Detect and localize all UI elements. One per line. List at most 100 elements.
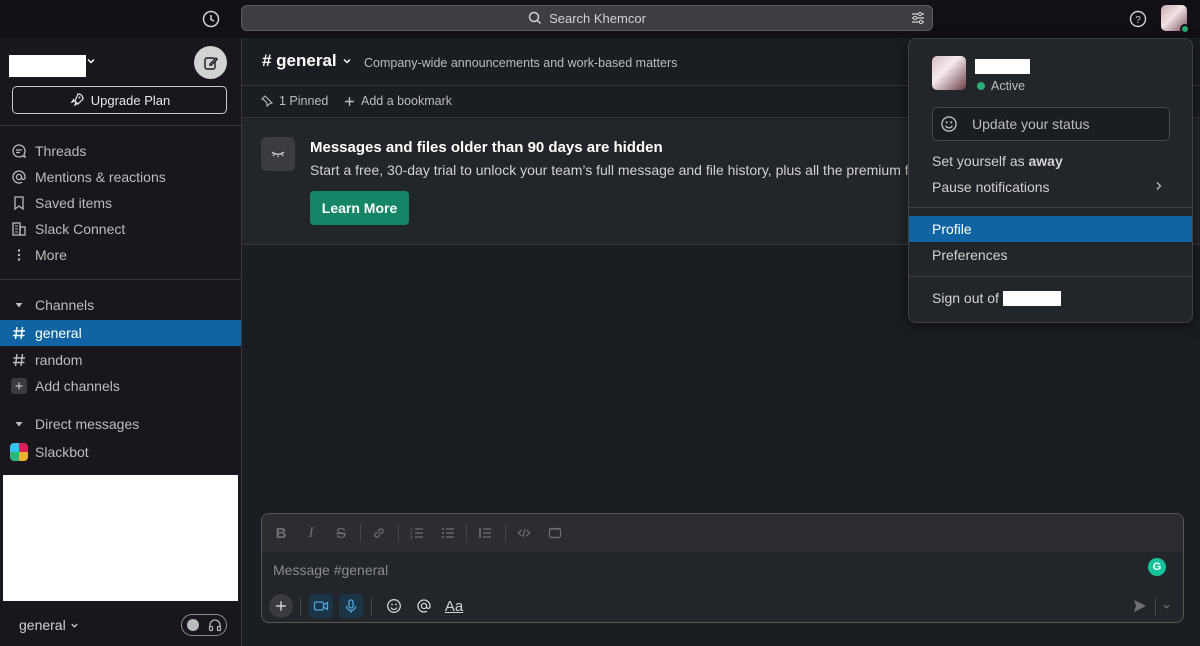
- svg-text:3: 3: [410, 535, 413, 540]
- chevron-right-icon: [1154, 179, 1164, 193]
- search-bar[interactable]: Search Khemcor: [241, 5, 933, 31]
- code-block-icon[interactable]: [545, 523, 565, 543]
- toolbar-divider: [371, 598, 372, 616]
- message-input[interactable]: [273, 560, 1133, 580]
- add-channels-button[interactable]: Add channels: [0, 373, 241, 399]
- smiley-icon: [386, 598, 402, 614]
- blockquote-icon[interactable]: [475, 523, 495, 543]
- pinned-button[interactable]: 1 Pinned: [261, 94, 328, 108]
- learn-more-button[interactable]: Learn More: [310, 191, 409, 225]
- sidebar-item-mentions[interactable]: Mentions & reactions: [0, 164, 241, 190]
- search-icon: [528, 11, 542, 25]
- channels-header-label: Channels: [35, 297, 95, 313]
- ordered-list-icon[interactable]: 123: [407, 523, 427, 543]
- schedule-send-dropdown[interactable]: [1158, 594, 1174, 618]
- menu-item-pause-notifications[interactable]: Pause notifications: [909, 174, 1192, 200]
- workspace-name-redacted[interactable]: [9, 55, 86, 77]
- presence-status: Active: [977, 79, 1025, 93]
- chevron-down-icon: [1162, 602, 1171, 611]
- send-icon: [1132, 598, 1148, 614]
- sidebar-item-saved[interactable]: Saved items: [0, 190, 241, 216]
- toolbar-divider: [505, 524, 506, 542]
- plus-icon: [10, 377, 28, 395]
- plus-icon: [344, 96, 355, 107]
- update-status-button[interactable]: Update your status: [932, 107, 1170, 141]
- toolbar-divider: [398, 524, 399, 542]
- channel-name-button[interactable]: # general: [262, 51, 352, 71]
- rocket-icon: [69, 92, 85, 108]
- help-icon[interactable]: ?: [1127, 8, 1149, 30]
- menu-item-set-away[interactable]: Set yourself as away: [909, 148, 1192, 174]
- microphone-icon: [343, 598, 359, 614]
- preferences-label: Preferences: [932, 247, 1008, 263]
- sidebar-item-label: Saved items: [35, 195, 113, 211]
- dm-section-header[interactable]: Direct messages: [0, 411, 241, 437]
- dm-slackbot[interactable]: Slackbot: [0, 439, 241, 465]
- compose-button[interactable]: [194, 46, 227, 79]
- channel-random[interactable]: random: [0, 347, 241, 373]
- plus-icon: [275, 600, 287, 612]
- formatting-toolbar: B I S 123: [262, 514, 1183, 552]
- channel-name: # general: [262, 51, 337, 70]
- dm-label: Slackbot: [35, 444, 89, 460]
- toolbar-divider: [300, 598, 301, 616]
- sidebar: Upgrade Plan Threads Mentions & reaction…: [0, 38, 242, 646]
- bookmark-icon: [10, 194, 28, 212]
- link-icon[interactable]: [369, 523, 389, 543]
- add-bookmark-button[interactable]: Add a bookmark: [344, 94, 452, 108]
- emoji-button[interactable]: [382, 594, 406, 618]
- channels-section-header[interactable]: Channels: [0, 292, 241, 318]
- attach-plus-button[interactable]: [269, 594, 293, 618]
- hidden-eye-icon: [261, 137, 295, 171]
- footer-workspace-label: general: [19, 617, 66, 633]
- strikethrough-icon[interactable]: S: [331, 523, 351, 543]
- sidebar-item-threads[interactable]: Threads: [0, 138, 241, 164]
- banner-title: Messages and files older than 90 days ar…: [310, 139, 663, 156]
- user-avatar-button[interactable]: [1161, 5, 1190, 34]
- sidebar-item-slack-connect[interactable]: Slack Connect: [0, 216, 241, 242]
- smiley-icon: [940, 115, 958, 133]
- search-filter-icon[interactable]: [910, 10, 926, 26]
- presence-dot: [1180, 24, 1190, 34]
- sidebar-item-label: Mentions & reactions: [35, 169, 166, 185]
- code-icon[interactable]: [514, 523, 534, 543]
- slackbot-avatar: [10, 443, 28, 461]
- send-button[interactable]: [1128, 594, 1152, 618]
- chevron-down-icon: [342, 56, 352, 66]
- bullet-list-icon[interactable]: [438, 523, 458, 543]
- grammarly-icon[interactable]: G: [1148, 558, 1166, 576]
- update-status-label: Update your status: [972, 116, 1090, 132]
- dm-header-label: Direct messages: [35, 416, 140, 432]
- pinned-label: 1 Pinned: [279, 94, 329, 108]
- upgrade-plan-button[interactable]: Upgrade Plan: [12, 86, 227, 114]
- set-away-word: away: [1028, 153, 1063, 169]
- sidebar-item-more[interactable]: More: [0, 242, 241, 268]
- mention-button[interactable]: [412, 594, 436, 618]
- workspace-name-redacted: [1002, 290, 1061, 306]
- italic-icon[interactable]: I: [301, 523, 321, 543]
- toggle-knob: [187, 619, 199, 631]
- sidebar-item-label: More: [35, 247, 67, 263]
- footer-workspace-switcher[interactable]: general: [19, 617, 79, 633]
- chevron-down-icon[interactable]: [86, 56, 96, 66]
- channel-description[interactable]: Company-wide announcements and work-base…: [364, 56, 677, 70]
- menu-item-profile[interactable]: Profile: [909, 216, 1192, 242]
- add-bookmark-label: Add a bookmark: [361, 94, 453, 108]
- formatting-toggle-button[interactable]: Aa: [442, 594, 466, 618]
- sidebar-divider: [0, 125, 241, 126]
- menu-item-sign-out[interactable]: Sign out of: [909, 285, 1192, 311]
- caret-down-icon: [10, 415, 28, 433]
- hash-icon: [10, 324, 28, 342]
- history-clock-icon[interactable]: [200, 8, 222, 30]
- menu-item-preferences[interactable]: Preferences: [909, 242, 1192, 268]
- presence-label: Active: [991, 79, 1026, 93]
- audio-clip-button[interactable]: [339, 594, 363, 618]
- toolbar-divider: [466, 524, 467, 542]
- set-away-prefix: Set yourself as: [932, 153, 1025, 169]
- channel-general[interactable]: general: [0, 320, 241, 346]
- caret-down-icon: [10, 296, 28, 314]
- bold-icon[interactable]: B: [271, 523, 291, 543]
- svg-text:?: ?: [1135, 15, 1141, 26]
- huddle-toggle[interactable]: [181, 614, 227, 636]
- video-clip-button[interactable]: [309, 594, 333, 618]
